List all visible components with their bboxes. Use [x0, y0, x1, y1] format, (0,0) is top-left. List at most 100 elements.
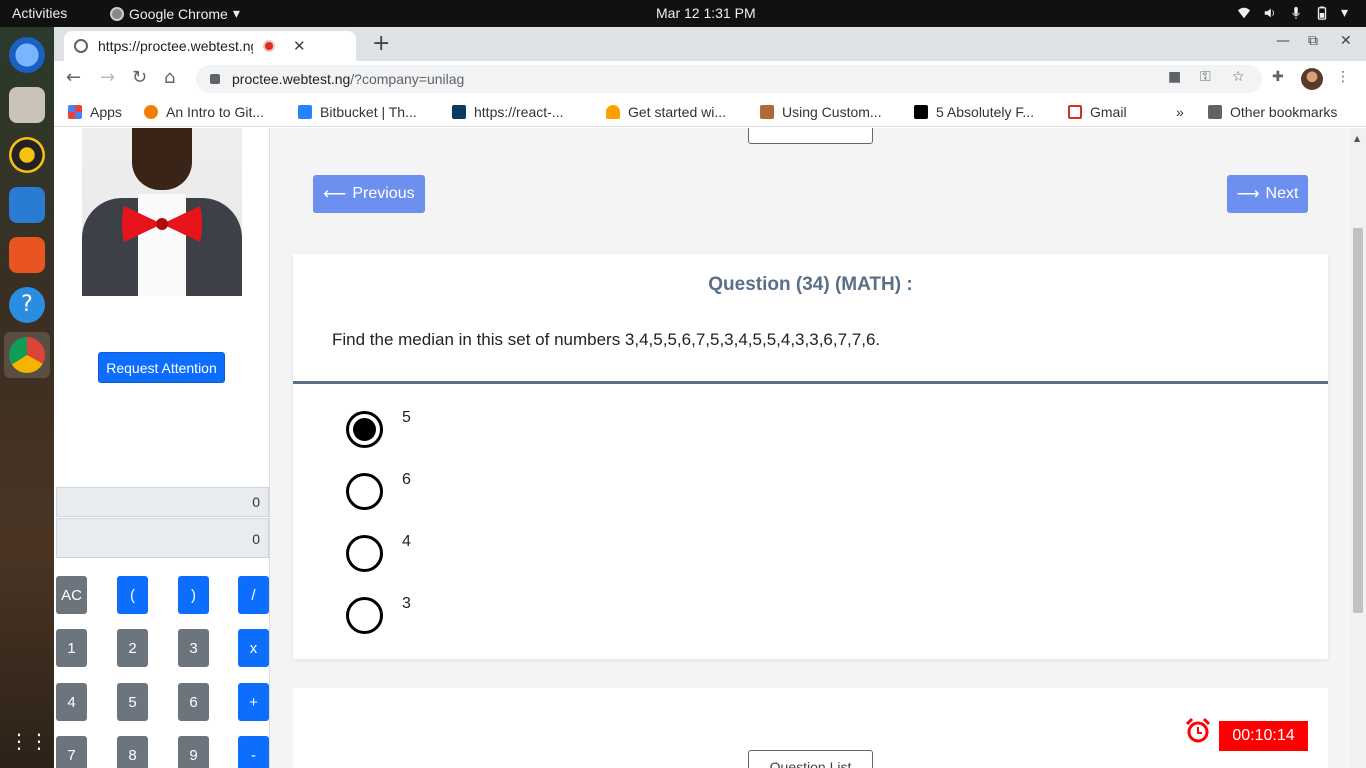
firebase-icon — [606, 105, 620, 119]
radio-button[interactable] — [346, 535, 383, 572]
next-label: Next — [1265, 185, 1299, 202]
react-icon — [452, 105, 466, 119]
answer-option[interactable]: 5 — [346, 409, 411, 448]
bookmark-label: Other bookmarks — [1230, 104, 1338, 120]
calculator-key[interactable]: 5 — [117, 683, 148, 721]
next-button[interactable]: ⟶ Next — [1227, 175, 1308, 213]
other-bookmarks-folder[interactable]: Other bookmarks — [1208, 104, 1337, 120]
restore-button[interactable]: ⧉ — [1308, 33, 1318, 49]
folder-icon — [1208, 105, 1222, 119]
bookmark-label: Using Custom... — [782, 104, 882, 120]
chrome-menu-icon[interactable]: ⋮ — [1336, 69, 1350, 85]
question-list-button-top[interactable] — [748, 128, 873, 144]
bookmark-item[interactable]: Using Custom... — [760, 104, 882, 120]
bookmark-item[interactable]: Gmail — [1068, 104, 1127, 120]
answer-option[interactable]: 4 — [346, 533, 411, 572]
calculator-key[interactable]: 6 — [178, 683, 209, 721]
reload-button[interactable]: ↻ — [132, 67, 147, 88]
close-tab-icon[interactable]: ✕ — [293, 37, 306, 55]
hubspot-icon — [144, 105, 158, 119]
calculator-key[interactable]: AC — [56, 576, 87, 614]
scroll-up-icon[interactable]: ▲ — [1354, 134, 1360, 143]
url-host: proctee.webtest.ng — [232, 71, 351, 87]
page-scrollbar[interactable]: ▲ — [1350, 128, 1366, 768]
answer-option[interactable]: 6 — [346, 471, 411, 510]
bookmark-item[interactable]: https://react-... — [452, 104, 563, 120]
chrome-icon[interactable] — [9, 337, 45, 373]
key-icon[interactable]: ⚿ — [1200, 69, 1211, 85]
calculator-key[interactable]: + — [238, 683, 269, 721]
bookmark-item[interactable]: Get started wi... — [606, 104, 726, 120]
files-icon[interactable] — [9, 87, 45, 123]
profile-avatar[interactable] — [1301, 68, 1323, 90]
rhythmbox-icon[interactable] — [9, 137, 45, 173]
bookmark-item[interactable]: An Intro to Git... — [144, 104, 264, 120]
clock[interactable]: Mar 12 1:31 PM — [656, 5, 756, 21]
recording-icon — [263, 40, 275, 52]
back-button[interactable]: ← — [66, 67, 81, 88]
app-menu[interactable]: Google Chrome ▾ — [110, 5, 240, 22]
question-list-button[interactable]: Question List — [748, 750, 873, 768]
previous-label: Previous — [352, 185, 415, 202]
minimize-button[interactable]: — — [1276, 33, 1290, 49]
camera-icon[interactable]: ■ — [1168, 69, 1181, 85]
gmail-icon — [1068, 105, 1082, 119]
alarm-clock-icon — [1185, 717, 1211, 743]
radio-selected-dot — [353, 418, 376, 441]
show-applications-icon[interactable]: ⋮⋮ — [9, 723, 49, 759]
home-button[interactable]: ⌂ — [164, 67, 175, 88]
answer-option-label: 6 — [402, 471, 411, 488]
more-bookmarks-button[interactable]: » — [1176, 104, 1184, 120]
bookmarks-bar: Apps An Intro to Git... Bitbucket | Th..… — [54, 97, 1366, 127]
question-text: Find the median in this set of numbers 3… — [332, 330, 881, 349]
forward-button[interactable]: → — [100, 67, 115, 88]
question-card: Question (34) (MATH) : Find the median i… — [293, 254, 1328, 659]
scrollbar-thumb[interactable] — [1353, 228, 1363, 613]
bookmark-item[interactable]: Apps — [68, 104, 122, 120]
new-tab-button[interactable]: + — [372, 31, 390, 56]
bookmark-item[interactable]: 5 Absolutely F... — [914, 104, 1034, 120]
calculator-key[interactable]: 8 — [117, 736, 148, 768]
calculator-key[interactable]: 3 — [178, 629, 209, 667]
calculator-key[interactable]: ( — [117, 576, 148, 614]
address-bar[interactable]: proctee.webtest.ng/?company=unilag — [196, 65, 1262, 93]
calculator-key[interactable]: / — [238, 576, 269, 614]
tab-title: https://proctee.webtest.ng/?company=unil… — [98, 38, 253, 54]
bookmark-star-icon[interactable]: ☆ — [1232, 69, 1245, 85]
help-icon[interactable]: ? — [9, 287, 45, 323]
software-center-icon[interactable] — [9, 237, 45, 273]
tab-strip: https://proctee.webtest.ng/?company=unil… — [54, 27, 1366, 61]
wifi-icon — [1237, 7, 1251, 18]
left-panel: Request Attention 0 0 AC () / 1 2 3 x 4 5 6 +7 8 9- — [54, 128, 270, 768]
dock: ? ⋮⋮ — [0, 27, 54, 768]
bookmark-label: Gmail — [1090, 104, 1127, 120]
calculator-key[interactable]: 9 — [178, 736, 209, 768]
activities-button[interactable]: Activities — [12, 5, 67, 21]
countdown-timer: 00:10:14 — [1219, 721, 1308, 751]
libreoffice-writer-icon[interactable] — [9, 187, 45, 223]
chrome-icon — [110, 6, 124, 21]
radio-button[interactable] — [346, 597, 383, 634]
calculator-key[interactable]: 4 — [56, 683, 87, 721]
calculator-key[interactable]: 2 — [117, 629, 148, 667]
calculator-key[interactable]: x — [238, 629, 269, 667]
thunderbird-icon[interactable] — [9, 37, 45, 73]
bookmark-item[interactable]: Bitbucket | Th... — [298, 104, 417, 120]
previous-button[interactable]: ⟵ Previous — [313, 175, 425, 213]
volume-icon — [1264, 8, 1274, 17]
calculator-key[interactable]: ) — [178, 576, 209, 614]
radio-button[interactable] — [346, 473, 383, 510]
calculator-key[interactable]: - — [238, 736, 269, 768]
browser-tab[interactable]: https://proctee.webtest.ng/?company=unil… — [64, 31, 356, 61]
close-window-button[interactable]: ✕ — [1340, 33, 1352, 49]
arrow-left-icon: ⟵ — [323, 186, 347, 203]
request-attention-button[interactable]: Request Attention — [98, 352, 225, 383]
extensions-icon[interactable]: ✚ — [1272, 69, 1284, 85]
article-thumbnail-icon — [760, 105, 774, 119]
calculator-key[interactable]: 7 — [56, 736, 87, 768]
calculator-key[interactable]: 1 — [56, 629, 87, 667]
system-tray[interactable]: ▾ — [1237, 4, 1348, 21]
answer-option[interactable]: 3 — [346, 595, 411, 634]
question-title: Question (34) (MATH) : — [708, 274, 913, 295]
radio-button[interactable] — [346, 411, 383, 448]
